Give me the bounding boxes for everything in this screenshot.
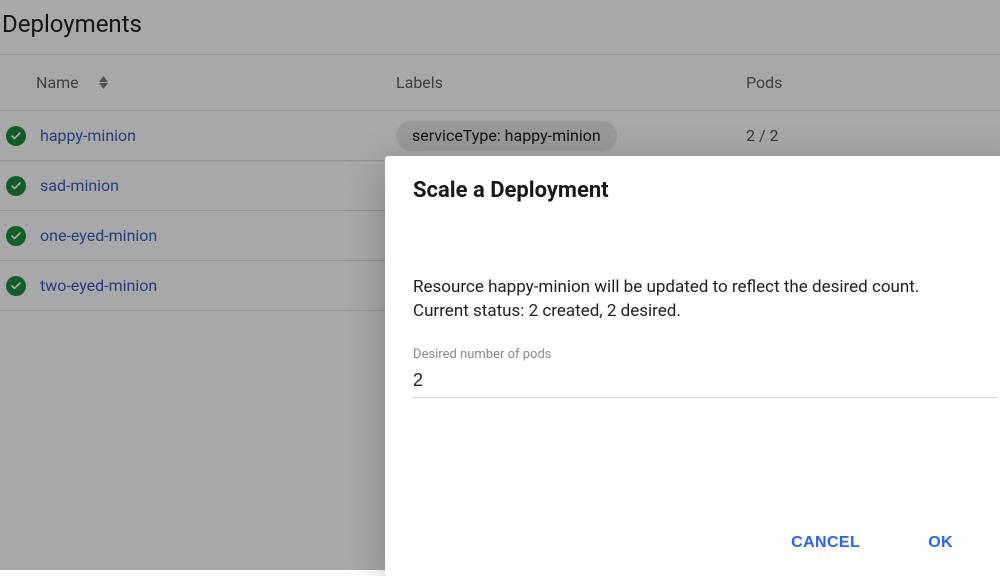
ok-button[interactable]: OK <box>924 526 957 560</box>
dialog-body-line: Resource happy-minion will be updated to… <box>413 275 997 299</box>
desired-pods-label: Desired number of pods <box>413 347 997 362</box>
desired-pods-input[interactable] <box>413 368 997 398</box>
dialog-body: Resource happy-minion will be updated to… <box>413 275 997 323</box>
scale-deployment-dialog: Scale a Deployment Resource happy-minion… <box>385 156 1000 576</box>
cancel-button[interactable]: CANCEL <box>787 526 864 560</box>
dialog-actions: CANCEL OK <box>413 516 997 566</box>
dialog-body-line: Current status: 2 created, 2 desired. <box>413 299 997 323</box>
dialog-title: Scale a Deployment <box>413 178 997 203</box>
